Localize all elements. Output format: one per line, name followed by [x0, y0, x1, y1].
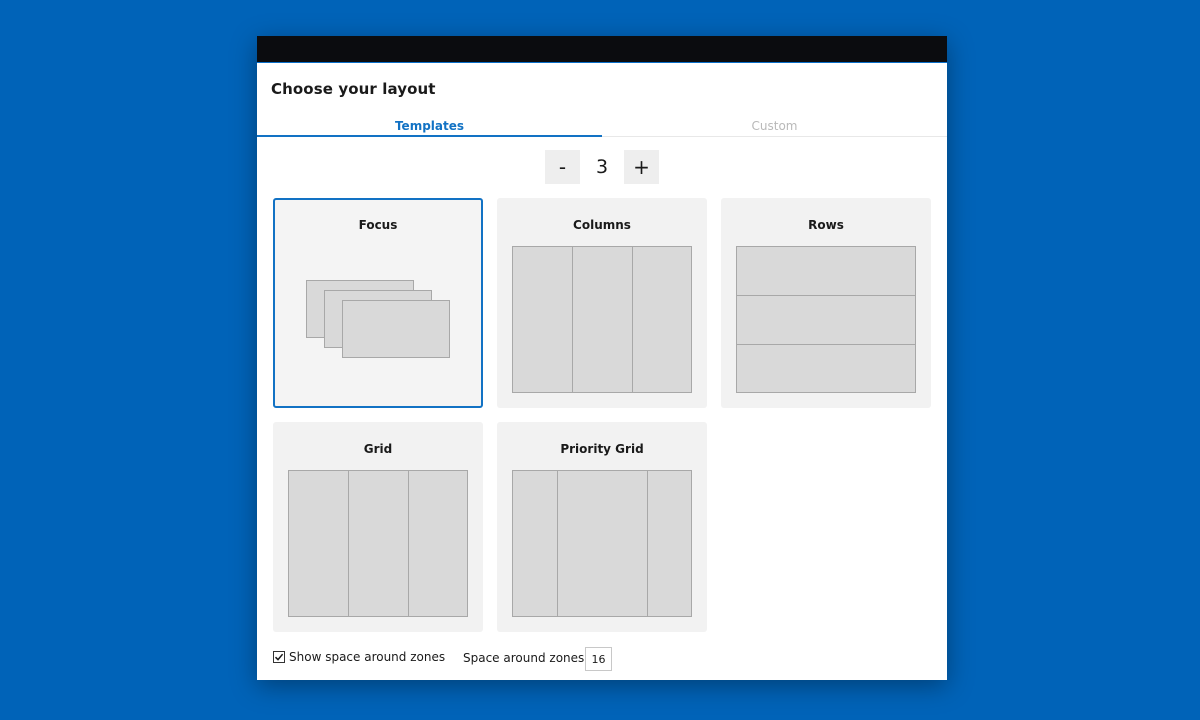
space-around-input[interactable] — [585, 647, 612, 671]
increase-zones-button[interactable]: + — [624, 150, 659, 184]
template-label: Columns — [573, 218, 631, 232]
show-space-label[interactable]: Show space around zones — [289, 650, 445, 664]
grid-zone-2 — [348, 470, 409, 617]
template-card-priority-grid[interactable]: Priority Grid — [497, 422, 707, 632]
column-zone-3 — [632, 246, 692, 393]
layout-editor-window: Choose your layout Templates Custom - 3 … — [257, 36, 947, 680]
template-card-focus[interactable]: Focus — [273, 198, 483, 408]
tab-custom[interactable]: Custom — [602, 116, 947, 136]
grid-zone-1 — [288, 470, 349, 617]
template-label: Grid — [363, 442, 393, 456]
priority-zone-2 — [557, 470, 648, 617]
priority-zone-1 — [512, 470, 558, 617]
grid-zone-3 — [408, 470, 468, 617]
decrease-zones-button[interactable]: - — [545, 150, 580, 184]
tab-bar: Templates Custom — [257, 116, 947, 137]
priority-zone-3 — [647, 470, 692, 617]
zone-count-value: 3 — [595, 156, 609, 178]
checkmark-icon — [274, 653, 284, 661]
show-space-checkbox[interactable] — [273, 651, 285, 663]
column-zone-2 — [572, 246, 633, 393]
focus-zone-3 — [342, 300, 450, 358]
dialog-title: Choose your layout — [271, 80, 436, 98]
template-label: Rows — [808, 218, 844, 232]
template-label: Focus — [358, 218, 398, 232]
row-zone-1 — [736, 246, 916, 296]
template-card-grid[interactable]: Grid — [273, 422, 483, 632]
title-bar[interactable] — [257, 36, 947, 62]
tab-templates[interactable]: Templates — [257, 116, 602, 137]
column-zone-1 — [512, 246, 573, 393]
template-label: Priority Grid — [560, 442, 644, 456]
space-around-label: Space around zones — [463, 651, 585, 665]
template-card-columns[interactable]: Columns — [497, 198, 707, 408]
row-zone-3 — [736, 344, 916, 393]
row-zone-2 — [736, 295, 916, 345]
template-card-rows[interactable]: Rows — [721, 198, 931, 408]
title-accent-line — [257, 62, 947, 63]
